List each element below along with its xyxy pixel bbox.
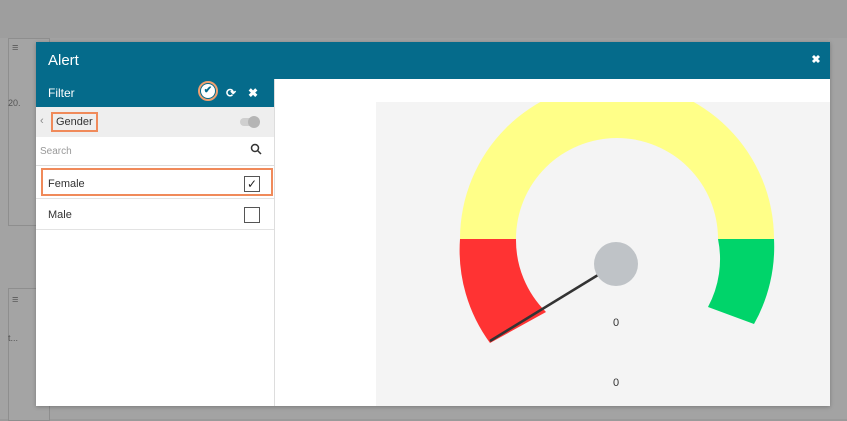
search-icon[interactable] (250, 143, 262, 155)
check-icon[interactable]: ✔ (198, 81, 218, 101)
checkbox-female[interactable]: ✓ (244, 176, 260, 192)
filter-title: Filter (48, 86, 75, 100)
search-input[interactable] (38, 142, 242, 160)
gauge-band-green (708, 239, 775, 324)
background-text: t... (8, 333, 19, 343)
close-icon: ✖ (811, 54, 821, 66)
clear-icon[interactable]: ✖ (245, 85, 261, 101)
gauge-footer-value: 0 (612, 377, 620, 389)
background-text: 20. (8, 98, 21, 108)
filter-toggle[interactable] (240, 116, 260, 128)
checkbox-male[interactable] (244, 207, 260, 223)
gauge-value: 0 (612, 317, 620, 329)
gauge-band-yellow (460, 102, 774, 239)
search-row (36, 137, 274, 166)
close-button[interactable]: ✖ (808, 52, 824, 68)
chevron-left-icon[interactable]: ‹ (40, 115, 44, 127)
alert-modal: Alert ✖ Filter ✔ ⟳ ✖ ‹ Gender Fe (36, 42, 830, 406)
option-male[interactable]: Male (36, 201, 274, 230)
gauge-hub (594, 242, 638, 286)
option-label: Male (48, 209, 72, 221)
refresh-icon[interactable]: ⟳ (223, 85, 239, 101)
background-header (0, 0, 847, 38)
toggle-knob (248, 116, 260, 128)
filter-field-label: Gender (51, 112, 98, 132)
filter-header: Filter ✔ ⟳ ✖ (36, 79, 274, 107)
modal-header: Alert ✖ (36, 42, 830, 79)
menu-icon: ≡ (12, 294, 19, 306)
menu-icon: ≡ (12, 42, 19, 54)
modal-title: Alert (48, 52, 79, 69)
gauge-svg (459, 102, 775, 343)
option-female[interactable]: Female ✓ (36, 170, 274, 199)
option-label: Female (48, 178, 85, 190)
gauge-chart: 0 0 (376, 102, 830, 406)
filter-panel: Filter ✔ ⟳ ✖ ‹ Gender Female ✓ Male (36, 79, 275, 406)
filter-field-row: ‹ Gender (36, 107, 274, 137)
